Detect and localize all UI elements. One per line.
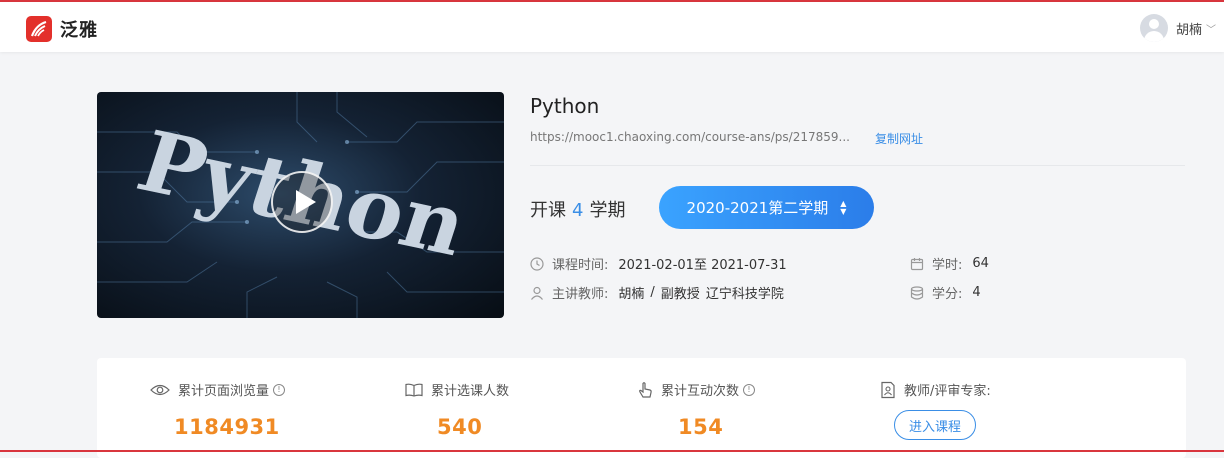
stats-panel: 累计页面浏览量 ! 1184931 累计选课人数 540 累计互动次数 ! 15… bbox=[97, 358, 1186, 458]
copy-url-link[interactable]: 复制网址 bbox=[875, 130, 923, 147]
course-time-row: 课程时间: 2021-02-01至 2021-07-31 bbox=[530, 254, 787, 273]
document-user-icon bbox=[881, 381, 895, 398]
sort-arrows-icon: ▲ ▼ bbox=[840, 198, 847, 216]
user-icon bbox=[531, 286, 543, 300]
divider bbox=[530, 165, 1185, 166]
logo-text: 泛雅 bbox=[60, 20, 98, 41]
enter-course-button[interactable]: 进入课程 bbox=[894, 410, 976, 440]
stat-enrolled-label: 累计选课人数 bbox=[431, 384, 510, 399]
stat-enrolled: 累计选课人数 540 bbox=[405, 380, 509, 439]
teacher-label: 主讲教师: bbox=[552, 287, 609, 302]
term-select[interactable]: 2020-2021第二学期 ▲ ▼ bbox=[659, 186, 874, 229]
eye-icon bbox=[150, 384, 170, 395]
teacher-title: 副教授 bbox=[660, 287, 700, 302]
stat-expert: 教师/评审专家: bbox=[880, 380, 991, 399]
stat-expert-label: 教师/评审专家: bbox=[904, 384, 991, 399]
course-time-value: 2021-02-01至 2021-07-31 bbox=[618, 258, 787, 273]
database-icon bbox=[910, 285, 924, 300]
book-icon bbox=[405, 383, 423, 397]
user-name[interactable]: 胡楠 bbox=[1176, 19, 1202, 38]
credits-value: 4 bbox=[972, 285, 981, 300]
teacher-name: 胡楠 bbox=[618, 287, 645, 302]
course-url: https://mooc1.chaoxing.com/course-ans/ps… bbox=[530, 130, 850, 144]
teacher-separator: / bbox=[650, 285, 655, 300]
hours-value: 64 bbox=[972, 256, 989, 271]
stat-interactions-label: 累计互动次数 bbox=[661, 384, 740, 399]
hours-label: 学时: bbox=[932, 258, 963, 273]
terms-suffix: 学期 bbox=[589, 200, 626, 221]
pointer-hand-icon bbox=[639, 381, 652, 398]
user-menu[interactable]: 胡楠 ﹀ bbox=[1139, 14, 1216, 42]
top-header: 泛雅 胡楠 ﹀ bbox=[0, 2, 1224, 52]
clock-icon bbox=[530, 256, 544, 271]
hours-row: 学时: 64 bbox=[910, 254, 989, 273]
teacher-row: 主讲教师: 胡楠 / 副教授 辽宁科技学院 bbox=[530, 283, 784, 302]
calendar-icon bbox=[910, 257, 924, 270]
stat-enrolled-value: 540 bbox=[437, 415, 483, 439]
logo-icon bbox=[26, 16, 52, 42]
stat-views: 累计页面浏览量 ! 1184931 bbox=[150, 380, 286, 439]
info-icon[interactable]: ! bbox=[273, 383, 286, 396]
terms-prefix: 开课 bbox=[530, 200, 566, 221]
info-icon[interactable]: ! bbox=[743, 383, 756, 396]
chevron-down-icon[interactable]: ﹀ bbox=[1206, 21, 1216, 36]
term-select-value: 2020-2021第二学期 bbox=[686, 199, 829, 217]
stat-interactions: 累计互动次数 ! 154 bbox=[637, 380, 756, 439]
brand-logo[interactable]: 泛雅 bbox=[26, 16, 98, 42]
play-button[interactable] bbox=[271, 171, 333, 233]
credits-label: 学分: bbox=[932, 287, 963, 302]
credits-row: 学分: 4 bbox=[910, 283, 981, 302]
avatar[interactable] bbox=[1139, 14, 1168, 42]
stat-interactions-value: 154 bbox=[678, 415, 724, 439]
course-title: Python bbox=[530, 94, 600, 118]
course-time-label: 课程时间: bbox=[552, 258, 609, 273]
stat-views-label: 累计页面浏览量 bbox=[178, 384, 270, 399]
terms-number: 4 bbox=[572, 200, 584, 221]
teacher-school: 辽宁科技学院 bbox=[705, 287, 784, 302]
stat-views-value: 1184931 bbox=[174, 415, 280, 439]
terms-count: 开课 4 学期 bbox=[530, 196, 625, 222]
